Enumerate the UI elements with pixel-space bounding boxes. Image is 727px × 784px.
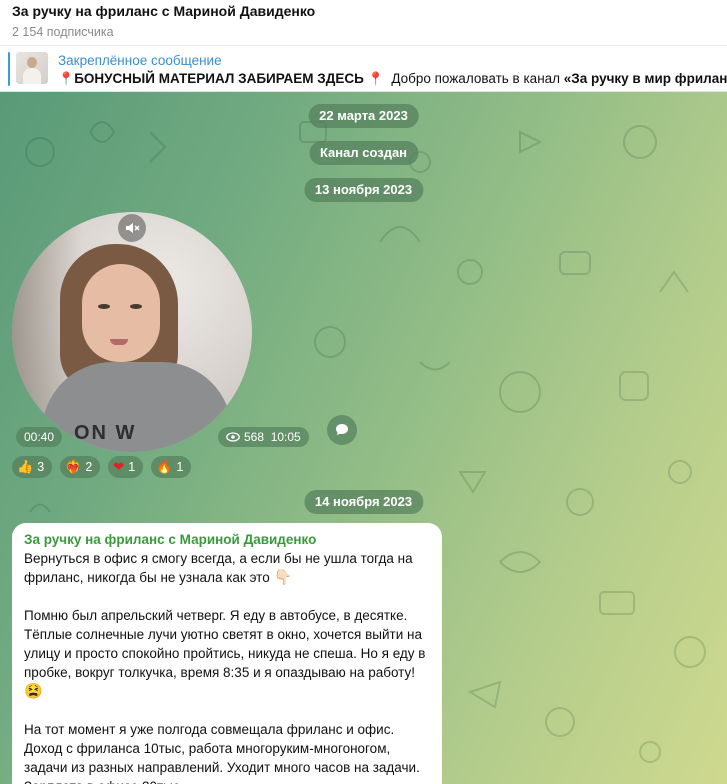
pinned-tail-text: Добро пожаловать в канал xyxy=(391,71,564,86)
pinned-channel-name: «За ручку в мир фриланса» xyxy=(563,71,727,86)
reaction-thumbs-up[interactable]: 👍 3 xyxy=(12,456,53,478)
video-message[interactable]: ON W xyxy=(12,212,252,452)
video-duration: 00:40 xyxy=(16,427,63,447)
view-count: 568 xyxy=(244,430,265,444)
pin-icon: 📍 xyxy=(367,71,384,86)
service-message: Канал создан xyxy=(308,141,419,165)
video-subject-sweater xyxy=(42,362,232,452)
eye-icon xyxy=(226,432,240,442)
video-meta: 568 10:05 xyxy=(218,427,309,447)
message-paragraph: Вернуться в офис я смогу всегда, а если … xyxy=(24,551,413,585)
tired-face-emoji: 😫 xyxy=(24,683,43,700)
pointing-down-emoji: 👇🏻 xyxy=(273,569,293,586)
text-message[interactable]: За ручку на фриланс с Мариной Давиденко … xyxy=(12,523,442,784)
speaker-muted-icon[interactable] xyxy=(118,214,146,242)
date-separator: 14 ноября 2023 xyxy=(303,490,424,514)
pinned-message[interactable]: Закреплённое сообщение 📍БОНУСНЫЙ МАТЕРИА… xyxy=(0,46,727,92)
pinned-accent-bar xyxy=(8,52,10,86)
video-subject-eye xyxy=(130,304,142,309)
reaction-heart[interactable]: ❤ 1 xyxy=(108,456,144,478)
video-subject-face xyxy=(82,264,160,362)
message-paragraph: На тот момент я уже полгода совмещала фр… xyxy=(24,722,420,784)
date-separator: 13 ноября 2023 xyxy=(303,178,424,202)
subscriber-count: 2 154 подписчика xyxy=(12,25,114,39)
pinned-label: Закреплённое сообщение xyxy=(58,53,222,68)
channel-title[interactable]: За ручку на фриланс с Мариной Давиденко xyxy=(12,2,715,20)
sweater-print: ON W xyxy=(74,422,137,444)
pin-icon: 📍 xyxy=(58,71,75,86)
message-body: Вернуться в офис я смогу всегда, а если … xyxy=(24,549,430,784)
message-author[interactable]: За ручку на фриланс с Мариной Давиденко xyxy=(24,531,430,548)
pinned-bold-text: БОНУСНЫЙ МАТЕРИАЛ ЗАБИРАЕМ ЗДЕСЬ xyxy=(74,71,364,86)
chat-area[interactable]: 22 марта 2023 Канал создан 13 ноября 202… xyxy=(0,92,727,784)
chat-header[interactable]: За ручку на фриланс с Мариной Давиденко … xyxy=(0,0,727,46)
pinned-text: 📍БОНУСНЫЙ МАТЕРИАЛ ЗАБИРАЕМ ЗДЕСЬ 📍 Добр… xyxy=(58,70,727,87)
reaction-fire[interactable]: 🔥 1 xyxy=(151,456,192,478)
speech-bubble-icon xyxy=(336,424,348,435)
video-subject-eye xyxy=(98,304,110,309)
comment-button[interactable] xyxy=(327,415,357,445)
date-separator: 22 марта 2023 xyxy=(308,104,419,128)
reactions-row: 👍 3 ❤‍🔥 2 ❤ 1 🔥 1 xyxy=(12,456,192,478)
pinned-thumbnail xyxy=(16,52,48,84)
message-paragraph: Помню был апрельский четверг. Я еду в ав… xyxy=(24,608,426,680)
message-time: 10:05 xyxy=(270,430,301,444)
reaction-heart-on-fire[interactable]: ❤‍🔥 2 xyxy=(60,456,101,478)
